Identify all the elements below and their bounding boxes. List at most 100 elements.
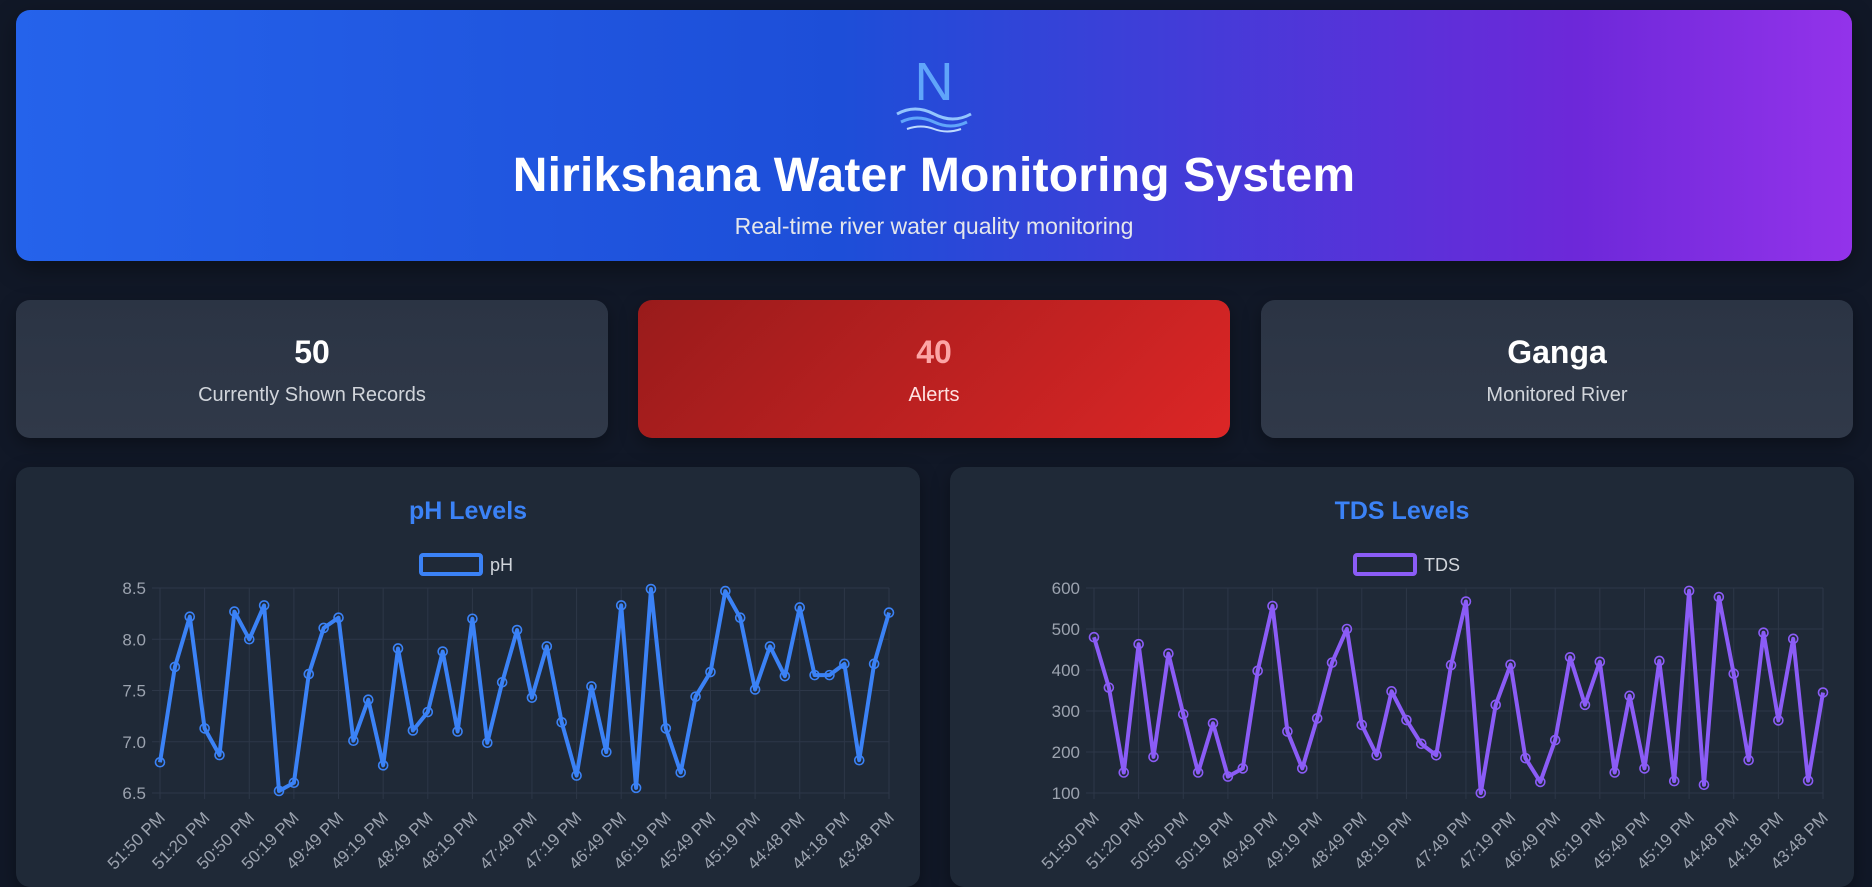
- tds-data-point: [1639, 763, 1650, 774]
- tds-data-point: [1371, 749, 1382, 761]
- tds-y-tick: 200: [1052, 743, 1080, 762]
- tds-data-point: [1564, 651, 1576, 663]
- tds-data-point: [1267, 600, 1278, 612]
- ph-data-point: [467, 613, 478, 625]
- ph-data-point: [794, 602, 806, 613]
- ph-y-tick: 8.0: [122, 630, 146, 649]
- tds-y-tick: 400: [1052, 661, 1080, 680]
- ph-data-point: [154, 756, 166, 768]
- ph-legend-label: pH: [490, 555, 513, 575]
- tds-data-point: [1401, 714, 1412, 726]
- tds-data-point: [1594, 656, 1606, 668]
- logo-letter: N: [915, 52, 954, 112]
- stat-value-records: 50: [294, 334, 330, 370]
- ph-legend: pH: [419, 553, 513, 576]
- ph-data-point: [824, 669, 835, 681]
- ph-data-point: [809, 669, 820, 681]
- tds-data-point: [1222, 771, 1234, 782]
- tds-data-point: [1103, 682, 1115, 693]
- ph-data-point: [615, 600, 627, 611]
- tds-data-point: [1609, 767, 1621, 778]
- ph-y-tick: 7.0: [122, 733, 146, 752]
- tds-data-point: [1579, 699, 1591, 711]
- ph-chart-panel: pH Levels pH 6.5 7.0 7.5 8.0 8.5 51:50 PM 51:20…: [16, 467, 920, 887]
- tds-data-point: [1207, 717, 1219, 729]
- ph-data-point: [511, 624, 523, 636]
- wave-logo-icon: N: [896, 52, 972, 133]
- ph-y-tick: 8.5: [122, 579, 146, 598]
- ph-data-point: [690, 691, 701, 702]
- tds-data-point: [1177, 708, 1189, 720]
- tds-data-point: [1311, 713, 1323, 724]
- tds-series-line: [1092, 588, 1825, 795]
- ph-data-point: [392, 643, 404, 654]
- stat-card-records: 50 Currently Shown Records: [16, 300, 608, 438]
- tds-data-point: [1252, 665, 1263, 677]
- ph-data-point: [839, 658, 850, 670]
- tds-data-point: [1163, 648, 1174, 659]
- ph-data-point: [779, 670, 791, 682]
- tds-data-point: [1192, 767, 1204, 778]
- tds-data-point: [1728, 668, 1740, 679]
- ph-data-point: [437, 646, 448, 657]
- tds-data-point: [1088, 631, 1100, 643]
- ph-data-point: [764, 641, 776, 652]
- tds-data-point: [1386, 686, 1397, 697]
- tds-chart-panel: TDS Levels TDS 100 200 300 400 500 600 51:50 PM…: [950, 467, 1854, 887]
- ph-data-point: [734, 612, 746, 624]
- tds-data-point: [1758, 627, 1769, 638]
- ph-data-point: [303, 668, 315, 680]
- ph-line-chart: pH6.57.07.58.08.551:50 PM51:20 PM50:50 P…: [104, 553, 898, 873]
- ph-data-point: [749, 684, 761, 695]
- ph-data-point: [720, 585, 731, 597]
- ph-data-point: [288, 777, 300, 789]
- ph-data-point: [645, 583, 657, 595]
- ph-data-point: [184, 611, 196, 622]
- tds-data-point: [1549, 734, 1561, 746]
- tds-data-point: [1787, 633, 1799, 645]
- tds-data-point: [1490, 699, 1501, 711]
- tds-legend-label: TDS: [1424, 555, 1460, 575]
- ph-data-point: [496, 677, 508, 688]
- ph-legend-swatch: [419, 553, 483, 576]
- tds-data-point: [1341, 623, 1353, 635]
- ph-data-point: [258, 600, 270, 611]
- ph-data-point: [853, 754, 865, 766]
- tds-data-point: [1148, 751, 1159, 763]
- ph-data-point: [482, 737, 493, 749]
- tds-data-point: [1505, 659, 1516, 670]
- ph-data-point: [675, 767, 687, 778]
- ph-data-point: [556, 716, 567, 728]
- ph-data-point: [601, 746, 612, 758]
- tds-data-point: [1624, 690, 1635, 702]
- tds-line-chart: TDS10020030040050060051:50 PM51:20 PM50:…: [1038, 553, 1832, 873]
- tds-data-point: [1237, 763, 1249, 774]
- stat-value-alerts: 40: [916, 334, 952, 370]
- tds-y-tick: 100: [1052, 784, 1080, 803]
- ph-data-point: [229, 606, 240, 617]
- tds-data-point: [1356, 719, 1368, 731]
- ph-data-point: [214, 749, 225, 761]
- tds-data-point: [1743, 754, 1754, 766]
- ph-data-point: [541, 641, 553, 652]
- ph-data-point: [377, 760, 389, 771]
- ph-data-point: [705, 666, 716, 678]
- tds-data-point: [1445, 659, 1457, 671]
- tds-data-point: [1698, 779, 1710, 791]
- ph-data-point: [199, 723, 210, 734]
- ph-data-point: [586, 681, 597, 692]
- ph-y-tick: 7.5: [122, 682, 146, 701]
- ph-data-point: [362, 694, 374, 706]
- ph-data-point: [526, 692, 538, 703]
- tds-data-point: [1668, 775, 1680, 787]
- page-title: Nirikshana Water Monitoring System: [512, 149, 1356, 202]
- ph-data-point: [630, 782, 642, 794]
- ph-y-tick: 6.5: [122, 784, 146, 803]
- tds-data-point: [1773, 715, 1784, 726]
- page-subtitle: Real-time river water quality monitoring: [734, 213, 1134, 239]
- stat-card-alerts[interactable]: 40 Alerts: [638, 300, 1230, 438]
- tds-data-point: [1133, 638, 1144, 650]
- tds-data-point: [1296, 763, 1308, 774]
- tds-data-point: [1817, 687, 1829, 698]
- tds-y-tick: 600: [1052, 579, 1080, 598]
